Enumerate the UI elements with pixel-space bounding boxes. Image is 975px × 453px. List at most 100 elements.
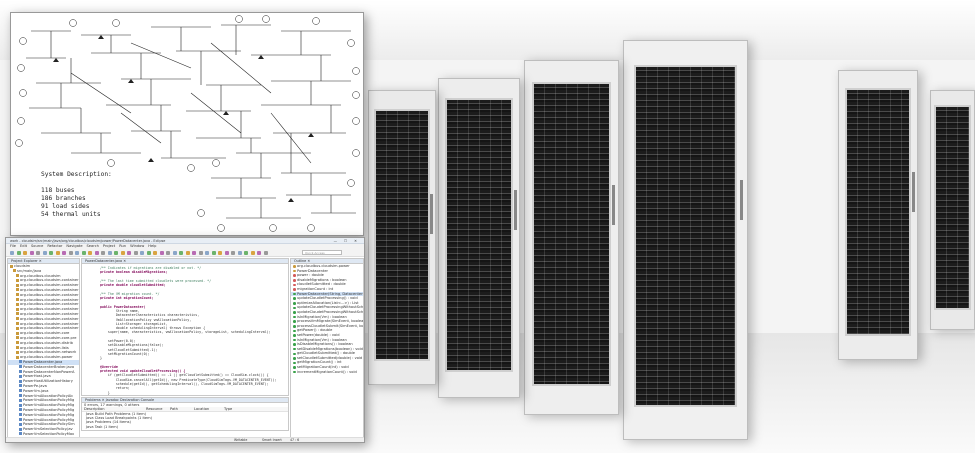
column-header[interactable]: Description (82, 407, 144, 411)
menu-item-project[interactable]: Project (103, 244, 115, 248)
toolbar-button[interactable] (179, 251, 183, 255)
member-icon (293, 265, 296, 268)
toolbar-button[interactable] (185, 251, 190, 255)
toolbar-button[interactable] (16, 251, 21, 255)
toolbar-button[interactable] (42, 251, 47, 255)
toolbar-button[interactable] (244, 251, 248, 255)
java-file-icon (19, 379, 22, 383)
tree-item-label: org.cloudbus.cloudsim.power (20, 355, 73, 360)
member-icon (293, 343, 296, 346)
column-header[interactable]: Path (168, 407, 192, 411)
outline-item[interactable]: incrementMigrationCount() : void (291, 370, 363, 375)
outline-item-label: setMigrationCount(int) : void (297, 365, 349, 370)
outline-tree: org.cloudbus.cloudsim.power PowerDatacent… (291, 264, 363, 374)
toolbar-button[interactable] (263, 251, 268, 255)
server-rack (524, 60, 619, 415)
menu-item-window[interactable]: Window (130, 244, 144, 248)
toolbar-button[interactable] (101, 251, 105, 255)
toolbar-button[interactable] (172, 251, 177, 255)
toolbar-button[interactable] (205, 251, 209, 255)
window-controls[interactable]: — ☐ ✕ (334, 238, 360, 244)
menu-item-file[interactable]: File (10, 244, 16, 248)
member-icon (293, 269, 296, 273)
toolbar-button[interactable] (237, 251, 242, 255)
toolbar-button[interactable] (120, 251, 125, 255)
tree-item-label: PowerDatacenter.java (23, 359, 63, 364)
java-file-icon (19, 413, 22, 417)
menu-item-source[interactable]: Source (31, 244, 43, 248)
outline-item-label: isInMigration(Vm) : boolean (297, 337, 347, 342)
toolbar-button[interactable] (250, 251, 255, 255)
toolbar-button[interactable] (23, 251, 27, 255)
system-description-title: System Description: (41, 171, 112, 178)
member-icon (293, 370, 296, 374)
tree-item-label: PowerVmAllocationPolicyMig (23, 407, 75, 412)
menu-item-search[interactable]: Search (87, 244, 99, 248)
menu-item-edit[interactable]: Edit (20, 244, 27, 248)
toolbar-button[interactable] (94, 251, 99, 255)
column-header[interactable]: Resource (144, 407, 168, 411)
tree-item-label: PowerVmAllocationPolicyMig (23, 412, 75, 417)
java-file-icon (19, 374, 22, 378)
outline-item-label: updateCloudletProcessing() : void (297, 296, 358, 301)
toolbar-button[interactable] (55, 251, 60, 255)
toolbar-button[interactable] (166, 251, 170, 255)
outline-item-label: disableMigrations : boolean (297, 277, 347, 282)
package-icon (16, 302, 19, 306)
package-icon (16, 298, 19, 302)
toolbar-button[interactable] (75, 251, 79, 255)
toolbar-button[interactable] (49, 251, 53, 255)
tree-item-label: PowerVm.java (23, 388, 49, 393)
toolbar-button[interactable] (133, 251, 138, 255)
menu-item-help[interactable]: Help (148, 244, 156, 248)
status-bar: Writable Smart Insert 47 : 6 (6, 437, 364, 442)
toolbar-button[interactable] (10, 251, 14, 255)
code-area[interactable]: /** Indicates if migrations are disabled… (82, 264, 288, 395)
tree-item-label: org.cloudbus.cloudsim.container (20, 326, 79, 331)
toolbar-button[interactable] (192, 251, 196, 255)
toolbar-button[interactable] (211, 251, 216, 255)
toolbar-button[interactable] (62, 251, 66, 255)
toolbar-button[interactable] (81, 251, 86, 255)
tree-item-label: org.cloudbus.cloudsim.network (20, 350, 77, 355)
package-icon (16, 278, 19, 282)
java-file-icon (19, 422, 22, 426)
toolbar-button[interactable] (257, 251, 261, 255)
bus-count: 118 buses (41, 187, 75, 194)
menu-item-run[interactable]: Run (119, 244, 126, 248)
toolbar-button[interactable] (140, 251, 144, 255)
problem-row[interactable]: Java Task (1 item) (82, 425, 288, 429)
toolbar-button[interactable] (36, 251, 40, 255)
power-system-diagram: System Description: 118 buses 186 branch… (10, 12, 364, 236)
toolbar-button[interactable] (218, 251, 222, 255)
package-icon (16, 312, 19, 316)
java-file-icon (19, 360, 22, 364)
toolbar-button[interactable] (88, 251, 92, 255)
toolbar-button[interactable] (127, 251, 131, 255)
toolbar-button[interactable] (29, 251, 34, 255)
tree-item-label: org.cloudbus.cloudsim.distrib (20, 340, 73, 345)
menu-item-refactor[interactable]: Refactor (47, 244, 62, 248)
package-icon (16, 331, 19, 335)
tree-item-label: org.cloudbus.cloudsim.container (20, 307, 79, 312)
column-header[interactable]: Type (222, 407, 252, 411)
outline-item-label: incrementMigrationCount() : void (297, 369, 357, 374)
toolbar-button[interactable] (68, 251, 73, 255)
menu-item-navigate[interactable]: Navigate (66, 244, 82, 248)
column-header[interactable]: Location (192, 407, 222, 411)
quick-access-input[interactable]: Quick Access (302, 250, 342, 255)
tree-item-label: org.cloudbus.cloudsim.container (20, 287, 79, 292)
toolbar-button[interactable] (231, 251, 235, 255)
outline-item-label: updateCloudetProcessingWithoutScheduling… (297, 309, 364, 314)
toolbar-button[interactable] (198, 251, 203, 255)
outline-item-label: processCloudletSubmit(SimEvent, boolean)… (297, 323, 364, 328)
member-icon (293, 283, 296, 287)
toolbar-button[interactable] (146, 251, 151, 255)
toolbar-button[interactable] (159, 251, 164, 255)
toolbar-button[interactable] (114, 251, 118, 255)
toolbar-button[interactable] (224, 251, 229, 255)
tree-item-label: org.cloudbus.cloudsim.container (20, 283, 79, 288)
toolbar-button[interactable] (107, 251, 112, 255)
toolbar-button[interactable] (153, 251, 157, 255)
tree-item-label: org.cloudbus.cloudsim.container (20, 316, 79, 321)
